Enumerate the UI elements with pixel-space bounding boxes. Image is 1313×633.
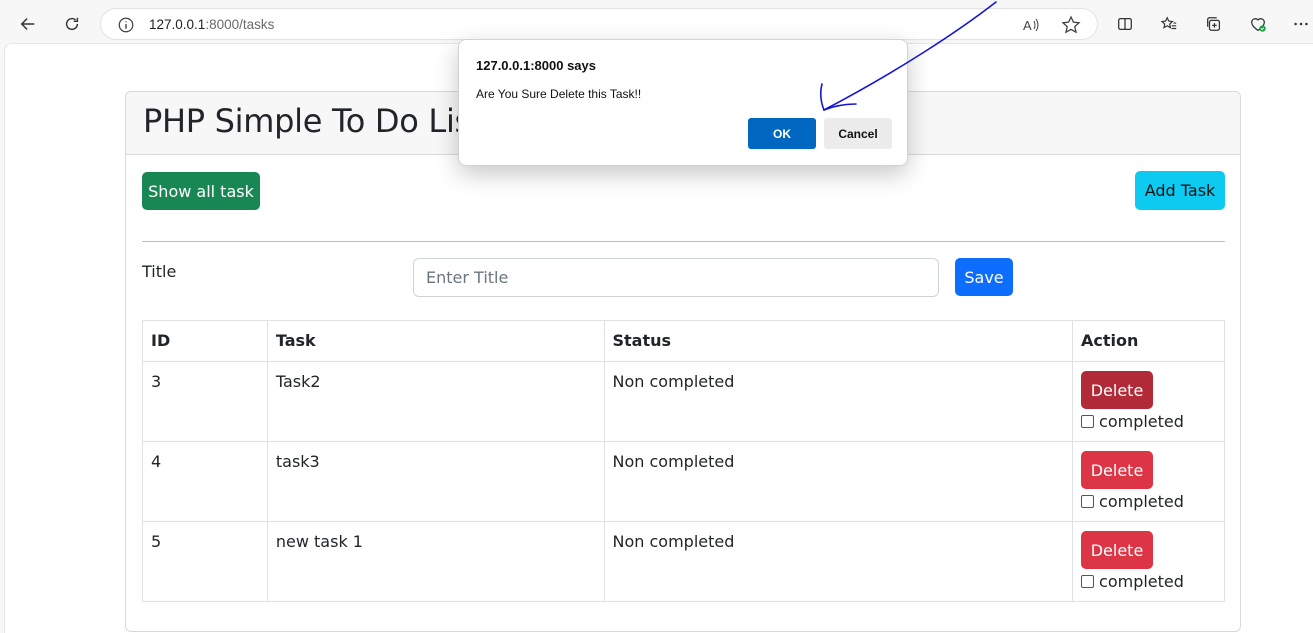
- url-text: 127.0.0.1:8000/tasks: [149, 17, 275, 32]
- cell-status: Non completed: [603, 361, 1074, 442]
- completed-checkbox[interactable]: [1081, 575, 1095, 588]
- table-row: 5 new task 1 Non completed Delete comple…: [142, 521, 1225, 602]
- completed-checkbox[interactable]: [1081, 415, 1095, 428]
- back-icon[interactable]: [12, 8, 44, 40]
- table-row: 4 task3 Non completed Delete completed: [142, 441, 1225, 522]
- split-screen-icon[interactable]: [1109, 8, 1141, 40]
- title-input[interactable]: [413, 258, 939, 297]
- completed-toggle: completed: [1081, 412, 1216, 431]
- cell-task: Task2: [266, 361, 605, 442]
- cell-status: Non completed: [603, 521, 1074, 602]
- address-bar[interactable]: 127.0.0.1:8000/tasks A: [100, 8, 1098, 40]
- browser-essentials-icon[interactable]: [1242, 8, 1274, 40]
- cell-status: Non completed: [603, 441, 1074, 522]
- cell-id: 3: [142, 361, 268, 442]
- cell-task: task3: [266, 441, 605, 522]
- dialog-message: Are You Sure Delete this Task!!: [476, 87, 642, 101]
- show-all-task-button[interactable]: Show all task: [142, 172, 260, 210]
- add-task-button[interactable]: Add Task: [1135, 171, 1225, 210]
- delete-button[interactable]: Delete: [1081, 371, 1154, 409]
- divider: [142, 241, 1225, 242]
- header-status: Status: [603, 320, 1074, 362]
- confirm-dialog: 127.0.0.1:8000 says Are You Sure Delete …: [458, 39, 908, 166]
- collections-icon[interactable]: [1198, 8, 1230, 40]
- completed-label: completed: [1099, 492, 1184, 511]
- delete-button[interactable]: Delete: [1081, 531, 1154, 569]
- cell-id: 4: [142, 441, 268, 522]
- page-title: PHP Simple To Do List: [143, 102, 484, 140]
- info-icon[interactable]: [117, 16, 135, 34]
- completed-label: completed: [1099, 572, 1184, 591]
- dialog-cancel-button[interactable]: Cancel: [824, 118, 892, 149]
- refresh-icon[interactable]: [56, 8, 88, 40]
- completed-toggle: completed: [1081, 572, 1216, 591]
- cell-action: Delete completed: [1072, 361, 1225, 442]
- dialog-title: 127.0.0.1:8000 says: [476, 58, 596, 73]
- header-action: Action: [1072, 320, 1225, 362]
- save-button[interactable]: Save: [955, 258, 1013, 296]
- favorites-icon[interactable]: [1153, 8, 1185, 40]
- more-menu-icon[interactable]: [1285, 8, 1313, 40]
- dialog-ok-button[interactable]: OK: [748, 118, 816, 149]
- table-header-row: ID Task Status Action: [142, 320, 1225, 362]
- read-aloud-icon[interactable]: A: [1021, 15, 1041, 35]
- favorite-star-icon[interactable]: [1061, 15, 1081, 35]
- header-task: Task: [266, 320, 605, 362]
- tasks-table: ID Task Status Action 3 Task2 Non comple…: [142, 320, 1225, 602]
- cell-action: Delete completed: [1072, 521, 1225, 602]
- svg-text:A: A: [1023, 18, 1032, 33]
- cell-task: new task 1: [266, 521, 605, 602]
- title-label: Title: [142, 262, 177, 281]
- completed-label: completed: [1099, 412, 1184, 431]
- completed-toggle: completed: [1081, 492, 1216, 511]
- table-row: 3 Task2 Non completed Delete completed: [142, 361, 1225, 442]
- cell-id: 5: [142, 521, 268, 602]
- delete-button[interactable]: Delete: [1081, 451, 1154, 489]
- completed-checkbox[interactable]: [1081, 495, 1095, 508]
- header-id: ID: [142, 320, 268, 362]
- cell-action: Delete completed: [1072, 441, 1225, 522]
- todo-card: PHP Simple To Do List Show all task Add …: [125, 91, 1241, 632]
